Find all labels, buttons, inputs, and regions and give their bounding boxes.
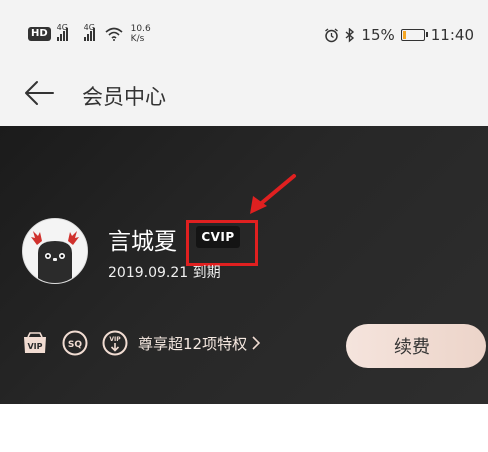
renew-button[interactable]: 续费: [346, 324, 486, 368]
clock: 11:40: [430, 26, 474, 44]
network-speed: 10.6 K/s: [131, 24, 151, 44]
bluetooth-icon: [345, 27, 355, 43]
avatar[interactable]: [22, 218, 88, 284]
status-bar: HD 4G 4G 10.6 K/s 15% 11:40: [0, 0, 488, 62]
status-right-group: 15% 11:40: [324, 26, 474, 44]
battery-percent: 15%: [361, 26, 395, 44]
privilege-row[interactable]: VIP SQ VIP 尊享超12项特权: [22, 330, 261, 356]
highlight-annotation-box: [186, 220, 258, 266]
vip-member-card: 言城夏 CVIP 2019.09.21 到期 VIP SQ VIP 尊享超12项…: [0, 126, 488, 404]
signal-icon: 4G: [83, 23, 95, 41]
page-title: 会员中心: [82, 85, 166, 109]
speed-value: 10.6: [130, 24, 151, 34]
username: 言城夏: [108, 229, 177, 255]
chevron-right-icon[interactable]: [251, 336, 261, 350]
sq-icon[interactable]: SQ: [62, 330, 88, 356]
nav-bar: 会员中心: [0, 62, 488, 126]
network-type-label: 4G: [83, 23, 95, 32]
speed-unit: K/s: [130, 34, 145, 44]
expiry-date: 2019.09.21 到期: [108, 265, 221, 281]
moose-avatar-icon: [23, 219, 87, 283]
signal-icon: 4G: [56, 23, 68, 41]
vip-download-icon[interactable]: VIP: [102, 330, 128, 356]
svg-text:VIP: VIP: [27, 342, 42, 351]
vip-icon[interactable]: VIP: [22, 330, 48, 356]
back-arrow-icon[interactable]: [22, 76, 56, 110]
network-type-label: 4G: [56, 23, 68, 32]
hd-icon: HD: [28, 27, 51, 41]
alarm-icon: [325, 27, 339, 42]
svg-text:SQ: SQ: [68, 340, 82, 350]
battery-icon: [400, 29, 428, 41]
svg-text:VIP: VIP: [109, 336, 121, 343]
status-left-group: HD 4G 4G 10.6 K/s: [28, 23, 151, 44]
wifi-icon: [105, 27, 123, 41]
privilege-text[interactable]: 尊享超12项特权: [138, 333, 247, 354]
